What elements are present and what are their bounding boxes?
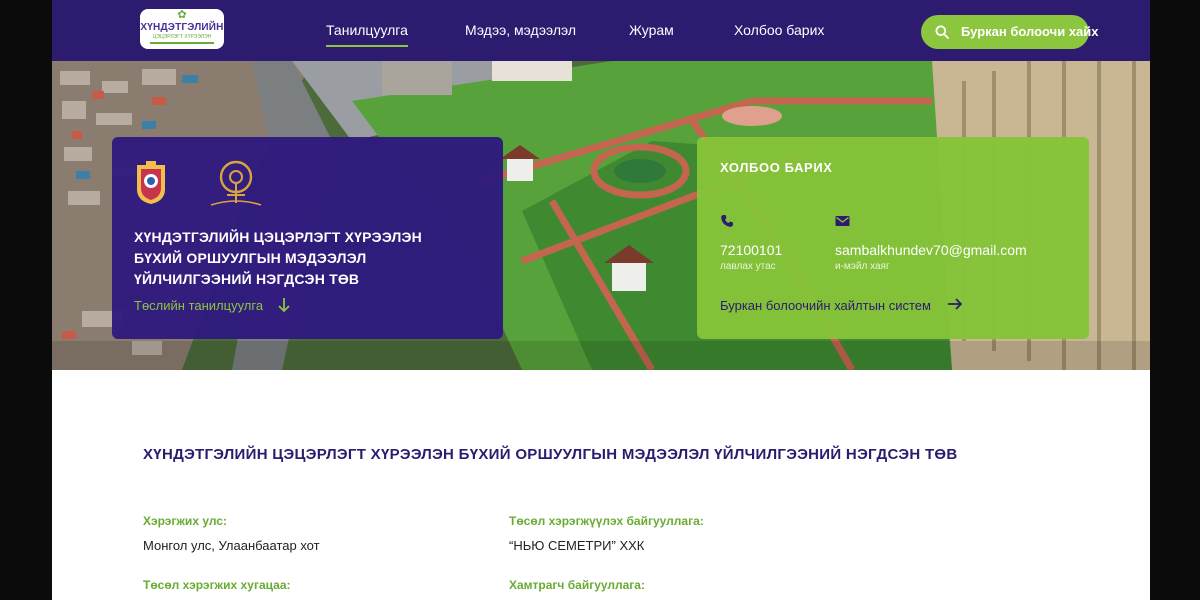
nav-item-news[interactable]: Мэдээ, мэдээлэл: [465, 22, 576, 38]
arrow-down-icon: [278, 298, 290, 313]
logo-subtitle: ЦЭЦЭРЛЭГТ ХҮРЭЭЛЭН: [152, 34, 212, 40]
phone-icon: [721, 215, 733, 227]
contact-card: ХОЛБОО БАРИХ 72100101 лавлах утас sambal…: [697, 137, 1089, 339]
phone-number[interactable]: 72100101: [720, 242, 782, 258]
logo-name: ХҮНДЭТГЭЛИЙН: [140, 22, 224, 33]
email-address[interactable]: sambalkhundev70@gmail.com: [835, 242, 1027, 258]
page: ✿ ХҮНДЭТГЭЛИЙН ЦЭЦЭРЛЭГТ ХҮРЭЭЛЭН Танилц…: [52, 0, 1150, 600]
search-system-link[interactable]: Буркан болоочийн хайлтын систем: [720, 298, 931, 313]
mail-icon: [835, 216, 850, 226]
field-value-country: Монгол улс, Улаанбаатар хот: [143, 538, 320, 553]
intro-card-title: ХҮНДЭТГЭЛИЙН ЦЭЦЭРЛЭГТ ХҮРЭЭЛЭН БҮХИЙ ОР…: [134, 229, 422, 287]
contact-card-title: ХОЛБОО БАРИХ: [720, 160, 833, 175]
email-label: и-мэйл хаяг: [835, 261, 890, 272]
field-value-implementing-org: “НЬЮ СЕМЕТРИ” ХХК: [509, 538, 645, 553]
field-label-duration: Төсөл хэрэгжих хугацаа:: [143, 578, 291, 592]
nav-item-introduction[interactable]: Танилцуулга: [326, 22, 408, 47]
nav-item-contact[interactable]: Холбоо барих: [734, 22, 824, 38]
phone-label: лавлах утас: [720, 261, 776, 272]
ring-logo-icon: [210, 160, 262, 206]
arrow-right-icon: [948, 298, 963, 310]
search-button[interactable]: Буркан болоочи хайх: [921, 15, 1099, 49]
intro-card: ХҮНДЭТГЭЛИЙН ЦЭЦЭРЛЭГТ ХҮРЭЭЛЭН БҮХИЙ ОР…: [112, 137, 503, 339]
section-title: ХҮНДЭТГЭЛИЙН ЦЭЦЭРЛЭГТ ХҮРЭЭЛЭН БҮХИЙ ОР…: [143, 446, 958, 463]
emblem-icon: [137, 161, 165, 204]
field-label-partner-org: Хамтрагч байгууллага:: [509, 578, 645, 592]
nav-item-rules[interactable]: Журам: [629, 22, 674, 38]
project-intro-link[interactable]: Төслийн танилцуулга: [134, 298, 263, 313]
search-icon: [935, 25, 949, 39]
field-label-implementing-org: Төсөл хэрэгжүүлэх байгууллага:: [509, 514, 704, 528]
hero-banner: ХҮНДЭТГЭЛИЙН ЦЭЦЭРЛЭГТ ХҮРЭЭЛЭН БҮХИЙ ОР…: [52, 61, 1150, 370]
field-label-country: Хэрэгжих улс:: [143, 514, 227, 528]
site-logo[interactable]: ✿ ХҮНДЭТГЭЛИЙН ЦЭЦЭРЛЭГТ ХҮРЭЭЛЭН: [140, 9, 224, 49]
logo-underline: [150, 42, 214, 44]
top-navbar: ✿ ХҮНДЭТГЭЛИЙН ЦЭЦЭРЛЭГТ ХҮРЭЭЛЭН Танилц…: [52, 0, 1150, 61]
leaf-icon: ✿: [177, 9, 187, 21]
search-button-label: Буркан болоочи хайх: [961, 24, 1099, 39]
